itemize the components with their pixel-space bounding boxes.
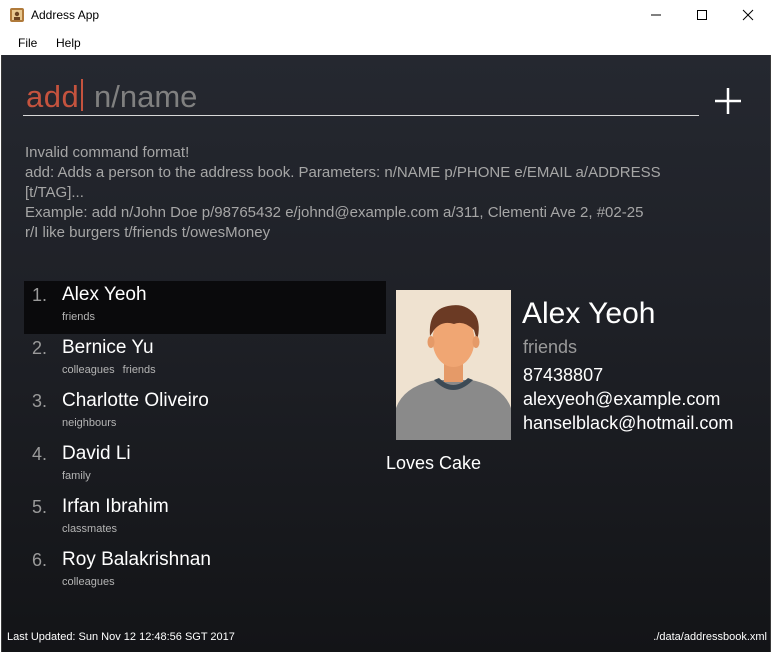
detail-email-secondary: hanselblack@hotmail.com (523, 413, 734, 433)
menu-help[interactable]: Help (56, 36, 81, 50)
tag-label: colleagues (62, 576, 115, 588)
person-name: Bernice Yu (62, 337, 154, 358)
result-line: Example: add n/John Doe p/98765432 e/joh… (25, 204, 644, 221)
command-typed-text: add (26, 79, 80, 114)
command-placeholder: n/name (94, 79, 198, 114)
result-line: Invalid command format! (25, 144, 190, 161)
person-card[interactable]: 5. Irfan Ibrahim classmates (24, 493, 386, 546)
person-card[interactable]: 3. Charlotte Oliveiro neighbours (24, 387, 386, 440)
person-name: David Li (62, 443, 131, 464)
minimize-button[interactable] (633, 0, 679, 30)
person-tags: colleagues (62, 576, 120, 588)
person-tags: neighbours (62, 417, 121, 429)
person-card[interactable]: 2. Bernice Yu colleagues friends (24, 334, 386, 387)
person-name: Charlotte Oliveiro (62, 390, 209, 411)
detail-phone: 87438807 (523, 365, 604, 385)
result-line: r/I like burgers t/friends t/owesMoney (25, 224, 271, 241)
person-name: Irfan Ibrahim (62, 496, 169, 517)
remark-caption: Loves Cake (386, 453, 482, 473)
result-display: Invalid command format! add: Adds a pers… (25, 143, 755, 243)
maximize-button[interactable] (679, 0, 725, 30)
text-caret (81, 79, 83, 111)
detail-name: Alex Yeoh (522, 297, 656, 330)
person-index: 5. (32, 497, 48, 517)
tag-label: friends (122, 364, 156, 376)
menu-bar: File Help (0, 30, 771, 55)
person-name: Alex Yeoh (62, 284, 147, 305)
title-bar: Address App (0, 0, 771, 30)
app-icon (10, 8, 24, 22)
result-line: add: Adds a person to the address book. … (25, 164, 661, 181)
person-card[interactable]: 4. David Li family (24, 440, 386, 493)
detail-email: alexyeoh@example.com (523, 389, 721, 409)
tag-label: neighbours (62, 417, 117, 429)
minimize-icon (651, 14, 661, 16)
maximize-icon (697, 10, 707, 20)
person-index: 1. (32, 285, 48, 305)
command-input[interactable]: add n/name (23, 77, 699, 116)
person-index: 4. (32, 444, 48, 464)
profile-photo (396, 290, 511, 440)
tag-label: friends (62, 311, 96, 323)
person-tags: colleagues friends (62, 364, 161, 376)
person-index: 2. (32, 338, 48, 358)
person-list: 1. Alex Yeoh friends 2. Bernice Yu colle… (24, 281, 386, 599)
person-tags: classmates (62, 523, 122, 535)
menu-file[interactable]: File (18, 36, 37, 50)
result-line: [t/TAG]... (25, 184, 84, 201)
close-icon (742, 9, 754, 21)
main-panel: add n/name Invalid command format! add: … (1, 55, 771, 652)
person-avatar-icon (396, 290, 511, 440)
person-tags: family (62, 470, 96, 482)
person-card[interactable]: 6. Roy Balakrishnan colleagues (24, 546, 386, 599)
person-card[interactable]: 1. Alex Yeoh friends (24, 281, 386, 334)
window-title: Address App (31, 8, 100, 22)
close-button[interactable] (725, 0, 771, 30)
tag-label: colleagues (62, 364, 115, 376)
tag-label: classmates (62, 523, 118, 535)
status-last-updated: Last Updated: Sun Nov 12 12:48:56 SGT 20… (7, 631, 235, 643)
detail-tag: friends (523, 337, 578, 357)
tag-label: family (62, 470, 91, 482)
person-name: Roy Balakrishnan (62, 549, 211, 570)
person-index: 6. (32, 550, 48, 570)
add-plus-icon[interactable] (712, 85, 744, 117)
person-tags: friends (62, 311, 100, 323)
status-file-path: ./data/addressbook.xml (653, 631, 767, 643)
person-index: 3. (32, 391, 48, 411)
